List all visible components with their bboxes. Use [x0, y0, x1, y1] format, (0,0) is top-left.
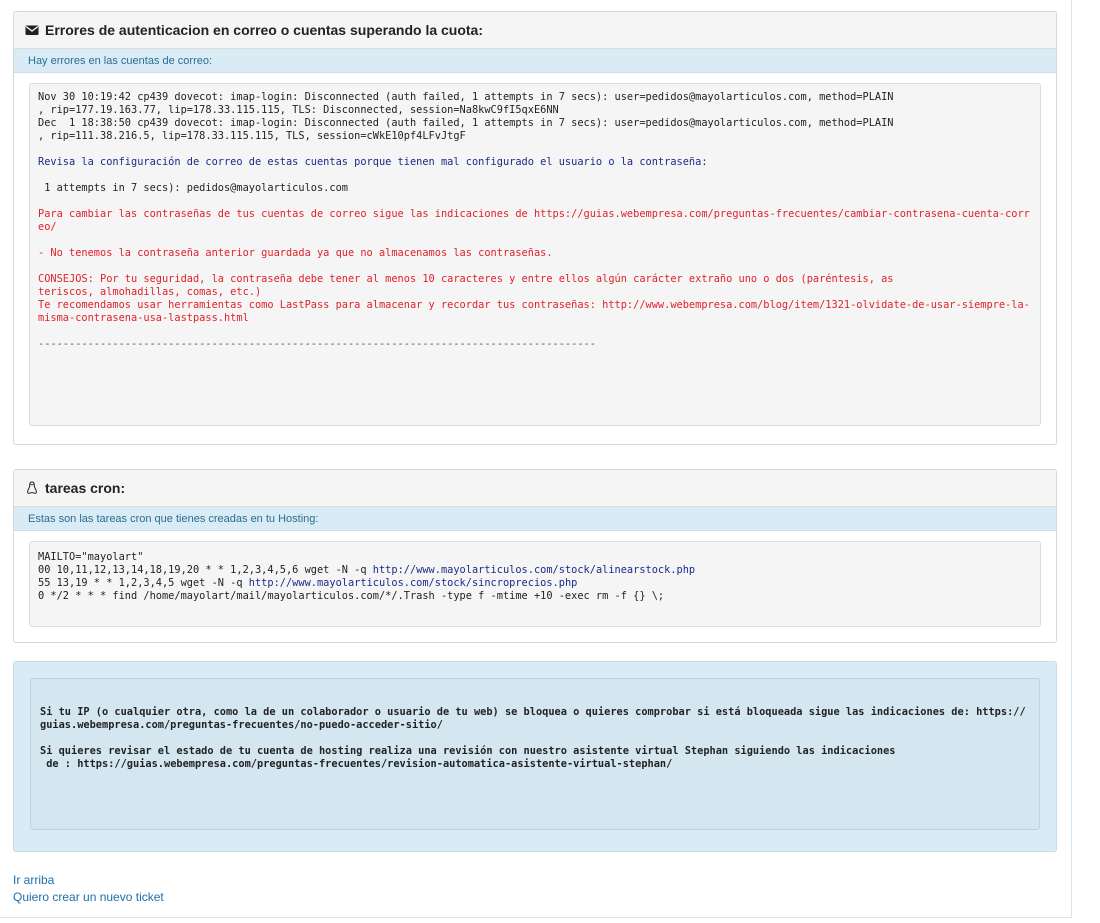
change-password-message: Para cambiar las contraseñas de tus cuen…: [38, 208, 1030, 233]
cron-mailto-line: MAILTO="mayolart": [38, 551, 144, 563]
help-info-content: Si tu IP (o cualquier otra, como la de u…: [30, 678, 1040, 830]
linux-tux-icon: [25, 481, 39, 495]
failed-account-line: 1 attempts in 7 secs): pedidos@mayolarti…: [38, 182, 348, 194]
envelope-icon: [25, 23, 39, 37]
auth-errors-panel: Errores de autenticacion en correo o cue…: [13, 11, 1057, 445]
review-config-message: Revisa la configuración de correo de est…: [38, 156, 708, 168]
cron-tasks-subtitle: Estas son las tareas cron que tienes cre…: [14, 507, 1056, 531]
auth-errors-title: Errores de autenticacion en correo o cue…: [45, 22, 484, 38]
log-line: Nov 30 10:19:42 cp439 dovecot: imap-logi…: [38, 91, 894, 116]
cron-line: 55 13,19 * * 1,2,3,4,5 wget -N -q http:/…: [38, 577, 578, 589]
back-to-top-link[interactable]: Ir arriba: [13, 873, 54, 887]
cron-line: 00 10,11,12,13,14,18,19,20 * * 1,2,3,4,5…: [38, 564, 696, 576]
content-frame-right-border: [1071, 0, 1072, 918]
auth-errors-heading: Errores de autenticacion en correo o cue…: [14, 12, 1056, 49]
help-info-box: Si tu IP (o cualquier otra, como la de u…: [13, 661, 1057, 852]
cron-tasks-panel: tareas cron: Estas son las tareas cron q…: [13, 469, 1057, 643]
cron-line: 0 */2 * * * find /home/mayolart/mail/may…: [38, 590, 665, 602]
lastpass-message: Te recomendamos usar herramientas como L…: [38, 299, 1030, 324]
auth-errors-subtitle: Hay errores en las cuentas de correo:: [14, 49, 1056, 73]
cron-tasks-heading: tareas cron:: [14, 470, 1056, 507]
auth-errors-log: Nov 30 10:19:42 cp439 dovecot: imap-logi…: [29, 83, 1041, 426]
password-advice-message: CONSEJOS: Por tu seguridad, la contraseñ…: [38, 273, 894, 298]
cron-tasks-title: tareas cron:: [45, 480, 126, 496]
content-frame-bottom-border: [0, 917, 1072, 918]
cron-tasks-list: MAILTO="mayolart" 00 10,11,12,13,14,18,19…: [29, 541, 1041, 627]
cron-alinearstock-link[interactable]: http://www.mayolarticulos.com/stock/alin…: [373, 564, 695, 576]
no-stored-password-message: - No tenemos la contraseña anterior guar…: [38, 247, 553, 259]
log-line: Dec 1 18:38:50 cp439 dovecot: imap-login…: [38, 117, 894, 142]
separator-line: ----------------------------------------…: [38, 338, 596, 350]
cron-sincroprecios-link[interactable]: http://www.mayolarticulos.com/stock/sinc…: [249, 577, 578, 589]
new-ticket-link[interactable]: Quiero crear un nuevo ticket: [13, 890, 164, 904]
stephan-assistant-message: Si quieres revisar el estado de tu cuent…: [40, 745, 896, 770]
ip-blocked-message: Si tu IP (o cualquier otra, como la de u…: [40, 706, 1026, 731]
